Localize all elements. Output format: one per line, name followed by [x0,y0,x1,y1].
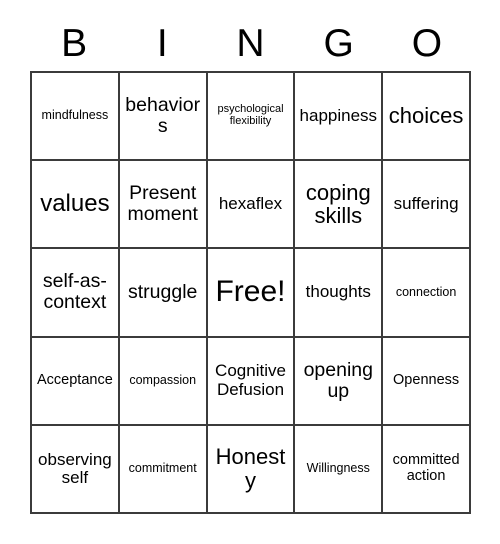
bingo-cell[interactable]: coping skills [295,161,384,250]
bingo-cell[interactable]: happiness [295,73,384,162]
bingo-cell[interactable]: compassion [119,337,208,426]
bingo-cell[interactable]: Present moment [119,161,208,250]
bingo-cell[interactable]: observing self [32,425,120,514]
bingo-cell[interactable]: committed action [383,425,471,514]
bingo-cell[interactable]: Honesty [207,425,296,514]
bingo-cell[interactable]: commitment [119,425,208,514]
bingo-cell-label: compassion [129,372,197,387]
bingo-cell-label: Present moment [127,182,198,226]
bingo-cell[interactable]: values [32,161,120,250]
bingo-cell[interactable]: opening up [295,337,384,426]
bingo-cell-label: Openness [393,371,460,388]
bingo-cell-label: struggle [128,280,198,303]
bingo-cell-label: thoughts [305,282,371,302]
header-letter-n: N [236,22,265,65]
bingo-cell-label: observing self [38,449,112,487]
bingo-free-space[interactable]: Free! [207,249,296,338]
bingo-free-space-label: Free! [215,275,286,309]
bingo-cell[interactable]: choices [383,73,471,162]
header-letter-g: G [323,22,354,65]
bingo-cell-label: behaviors [125,94,201,138]
bingo-cell-label: Cognitive Defusion [215,361,286,399]
bingo-cell[interactable]: mindfulness [32,73,120,162]
bingo-cell-label: suffering [393,194,459,214]
bingo-cell[interactable]: struggle [119,249,208,338]
bingo-cell-label: hexaflex [218,194,283,214]
header-letter-o: O [411,22,443,65]
bingo-cell[interactable]: psychological flexibility [207,73,296,162]
bingo-cell-label: connection [395,284,457,299]
bingo-cell-label: psychological flexibility [217,103,284,128]
header-letter-i: I [156,22,168,65]
bingo-cell-label: mindfulness [41,108,109,123]
bingo-cell-label: Acceptance [37,371,113,388]
bingo-cell[interactable]: hexaflex [207,161,296,250]
bingo-cell-label: commitment [128,461,197,476]
bingo-cell[interactable]: behaviors [119,73,208,162]
bingo-cell-label: coping skills [305,179,371,229]
bingo-cell-label: Willingness [306,461,370,476]
bingo-cell[interactable]: thoughts [295,249,384,338]
bingo-cell-label: self-as-context [42,270,107,314]
bingo-grid: mindfulness behaviors psychological flex… [30,71,471,514]
bingo-header: B I N G O [30,16,471,71]
bingo-cell[interactable]: self-as-context [32,249,120,338]
header-letter-b: B [61,22,88,65]
bingo-cell[interactable]: Willingness [295,425,384,514]
bingo-cell-label: happiness [299,105,378,125]
bingo-cell[interactable]: Cognitive Defusion [207,337,296,426]
bingo-cell-label: opening up [303,358,373,402]
bingo-cell[interactable]: Acceptance [32,337,120,426]
bingo-cell-label: Honesty [215,444,286,493]
bingo-cell-label: committed action [392,452,460,484]
bingo-card: B I N G O mindfulness behaviors psycholo… [0,0,500,544]
bingo-cell-label: choices [388,103,464,129]
bingo-cell[interactable]: connection [383,249,471,338]
bingo-cell-label: values [40,190,110,218]
bingo-cell[interactable]: suffering [383,161,471,250]
bingo-cell[interactable]: Openness [383,337,471,426]
